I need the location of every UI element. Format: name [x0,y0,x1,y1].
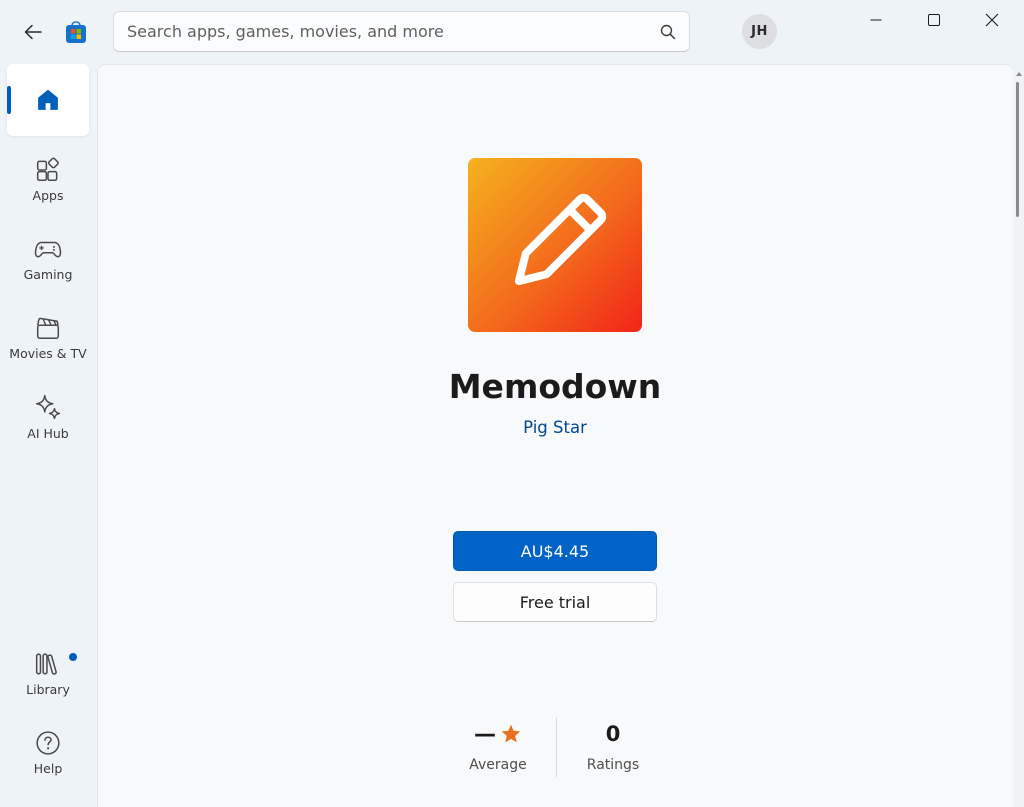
sidebar-item-label: Gaming [23,267,73,282]
pencil-icon [514,193,607,286]
clapperboard-icon [36,317,60,340]
back-button[interactable] [18,18,48,46]
product-page: Memodown Pig Star AU$4.45 Free trial — A… [97,64,1013,807]
sidebar-item-label: Apps [32,188,64,203]
average-rating-value: — [474,719,522,749]
sidebar-item-gaming[interactable]: Gaming [7,223,89,295]
title-bar: JH [0,0,1024,64]
active-indicator [7,86,11,114]
app-title: Memodown [448,367,662,406]
sidebar-item-ai-hub[interactable]: AI Hub [7,381,89,453]
sidebar-nav: Apps Gaming Movies & TV AI Hub Library H… [0,64,97,807]
publisher-link[interactable]: Pig Star [98,418,1012,437]
help-icon [36,731,60,755]
page-scrollbar[interactable] [1013,64,1024,807]
maximize-button[interactable] [905,0,963,40]
close-icon [985,13,999,27]
maximize-icon [928,14,940,26]
search-input[interactable] [114,12,647,51]
sidebar-item-label: Movies & TV [9,346,87,361]
ratings-count-label: Ratings [586,757,640,773]
sidebar-item-apps[interactable]: Apps [7,144,89,216]
average-rating-number: — [474,721,496,747]
ratings-count-value: 0 [605,722,621,746]
gamepad-icon [34,241,62,258]
close-button[interactable] [963,0,1021,40]
arrow-left-icon [24,24,42,40]
library-icon [35,653,57,675]
minimize-button[interactable] [847,0,905,40]
ratings-count: 0 Ratings [571,715,655,785]
store-window: JH [0,0,1024,807]
sidebar-item-home[interactable] [7,64,89,136]
user-avatar[interactable]: JH [742,14,777,49]
store-bag-icon [66,21,86,43]
buy-price-button[interactable]: AU$4.45 [453,531,657,571]
sidebar-item-library[interactable]: Library [7,638,89,710]
search-icon [660,24,676,39]
sidebar-item-movies-tv[interactable]: Movies & TV [7,302,89,374]
free-trial-button[interactable]: Free trial [453,582,657,622]
search-button[interactable] [647,12,689,51]
sparkle-icon [35,394,61,420]
search-box[interactable] [113,11,690,52]
star-icon [501,724,521,743]
home-icon [38,89,58,110]
sidebar-item-label: Library [26,682,70,697]
sidebar-item-help[interactable]: Help [7,717,89,789]
rating-divider [556,717,557,777]
app-icon [468,158,642,332]
rating-summary: — Average 0 Ratings [453,715,663,785]
minimize-icon [870,19,882,21]
scroll-thumb[interactable] [1016,82,1019,217]
library-notification-badge [69,653,77,661]
scroll-up-arrow[interactable] [1016,72,1022,76]
sidebar-item-label: Help [33,761,63,776]
average-rating-label: Average [469,757,527,773]
average-rating: — Average [453,715,543,785]
sidebar-item-label: AI Hub [27,426,69,441]
apps-icon [36,157,59,182]
